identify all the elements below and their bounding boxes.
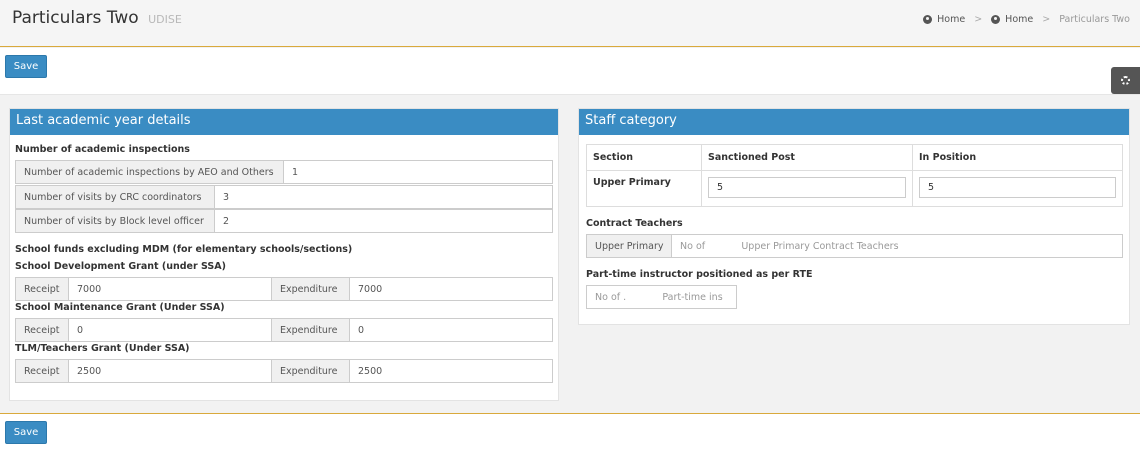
breadcrumb-separator: > bbox=[1042, 14, 1051, 25]
section-cell: Upper Primary bbox=[586, 170, 702, 207]
receipt-label: Receipt bbox=[15, 359, 69, 383]
inspection-aeo-label: Number of academic inspections by AEO an… bbox=[15, 160, 284, 184]
inspection-aeo-input[interactable]: 1 bbox=[283, 160, 553, 184]
breadcrumb-label[interactable]: Home bbox=[937, 14, 965, 25]
page-title-text: Particulars Two bbox=[12, 8, 139, 28]
expenditure-label: Expenditure bbox=[271, 318, 351, 342]
grant-title: School Development Grant (under SSA) bbox=[15, 261, 226, 272]
breadcrumb-home-1[interactable]: Home bbox=[923, 14, 965, 25]
panel-title: Staff category bbox=[579, 109, 1129, 135]
table-row: Upper Primary 5 5 bbox=[586, 170, 1123, 207]
breadcrumb-home-2[interactable]: Home bbox=[991, 14, 1033, 25]
receipt-input[interactable]: 2500 bbox=[68, 359, 272, 383]
inspection-block-input[interactable]: 2 bbox=[214, 209, 553, 233]
breadcrumb-separator: > bbox=[974, 14, 983, 25]
dashboard-icon bbox=[923, 15, 933, 24]
inspections-label: Number of academic inspections bbox=[15, 144, 190, 155]
table-header-row: Section Sanctioned Post In Position bbox=[586, 144, 1123, 171]
breadcrumb-current: Particulars Two bbox=[1059, 14, 1130, 25]
parttime-placeholder: No of . Part-time ins bbox=[595, 291, 723, 303]
expenditure-label: Expenditure bbox=[271, 359, 351, 383]
contract-teachers-label: Contract Teachers bbox=[586, 218, 683, 229]
grant-title: TLM/Teachers Grant (Under SSA) bbox=[15, 343, 190, 354]
column-header: Sanctioned Post bbox=[701, 144, 913, 171]
parttime-input[interactable]: No of . Part-time ins bbox=[586, 285, 737, 309]
receipt-input[interactable]: 0 bbox=[68, 318, 272, 342]
expenditure-input[interactable]: 2500 bbox=[349, 359, 553, 383]
page-subtitle: UDISE bbox=[148, 13, 182, 26]
inspection-block-label: Number of visits by Block level officer bbox=[15, 209, 215, 233]
funds-label: School funds excluding MDM (for elementa… bbox=[15, 244, 353, 255]
last-year-panel: Last academic year details Number of aca… bbox=[9, 108, 559, 401]
contract-teachers-input[interactable]: No of Upper Primary Contract Teachers bbox=[671, 234, 1123, 258]
sanctioned-cell: 5 bbox=[701, 170, 913, 207]
contract-addon: Upper Primary bbox=[586, 234, 672, 258]
save-button-bottom[interactable]: Save bbox=[5, 421, 47, 444]
receipt-label: Receipt bbox=[15, 277, 69, 301]
expenditure-input[interactable]: 7000 bbox=[349, 277, 553, 301]
expenditure-input[interactable]: 0 bbox=[349, 318, 553, 342]
inspection-crc-label: Number of visits by CRC coordinators bbox=[15, 185, 215, 209]
parttime-label: Part-time instructor positioned as per R… bbox=[586, 269, 813, 280]
bottom-action-bar bbox=[0, 413, 1140, 451]
contract-placeholder: No of Upper Primary Contract Teachers bbox=[680, 240, 899, 252]
settings-toggle[interactable] bbox=[1111, 67, 1140, 94]
expenditure-label: Expenditure bbox=[271, 277, 351, 301]
page-header: Particulars Two UDISE Home > Home > Part… bbox=[0, 0, 1140, 47]
in-position-input[interactable]: 5 bbox=[919, 177, 1116, 198]
staff-table: Section Sanctioned Post In Position Uppe… bbox=[586, 144, 1123, 207]
page-title: Particulars Two UDISE bbox=[12, 8, 182, 28]
sanctioned-input[interactable]: 5 bbox=[708, 177, 906, 198]
dashboard-icon bbox=[991, 15, 1001, 24]
receipt-label: Receipt bbox=[15, 318, 69, 342]
in-position-cell: 5 bbox=[912, 170, 1123, 207]
top-action-bar bbox=[0, 48, 1140, 95]
grant-title: School Maintenance Grant (Under SSA) bbox=[15, 302, 225, 313]
column-header: Section bbox=[586, 144, 702, 171]
column-header: In Position bbox=[912, 144, 1123, 171]
receipt-input[interactable]: 7000 bbox=[68, 277, 272, 301]
gear-icon bbox=[1121, 76, 1130, 85]
inspection-crc-input[interactable]: 3 bbox=[214, 185, 553, 209]
breadcrumb-label[interactable]: Home bbox=[1005, 14, 1033, 25]
panel-title: Last academic year details bbox=[10, 109, 558, 135]
breadcrumb: Home > Home > Particulars Two bbox=[923, 14, 1130, 25]
save-button-top[interactable]: Save bbox=[5, 55, 47, 78]
staff-panel: Staff category Section Sanctioned Post I… bbox=[578, 108, 1130, 325]
